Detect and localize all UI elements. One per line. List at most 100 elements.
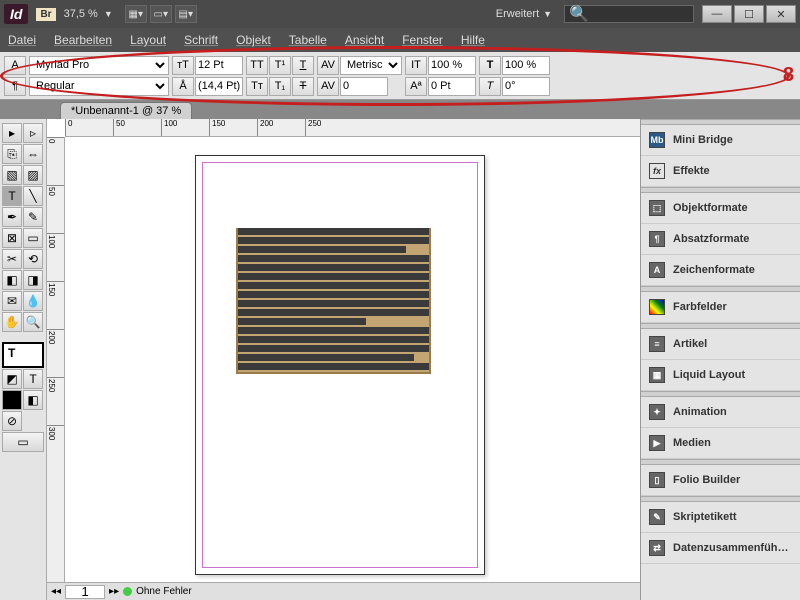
panel-datenzusammenfuehrung[interactable]: ⇄Datenzusammenfüh… (641, 533, 800, 564)
fill-stroke-swatch[interactable]: T (2, 342, 44, 368)
paragraph-styles-icon: ¶ (649, 231, 665, 247)
page-tool[interactable]: ⎘ (2, 144, 22, 164)
text-frame[interactable] (236, 228, 431, 374)
gradient-swatch-tool[interactable]: ◧ (2, 270, 22, 290)
font-size-input[interactable] (195, 56, 243, 75)
content-placer-tool[interactable]: ▨ (23, 165, 43, 185)
selection-tool[interactable]: ▸ (2, 123, 22, 143)
panel-liquid-layout[interactable]: ▦Liquid Layout (641, 360, 800, 391)
canvas-area: 0 50 100 150 200 250 0 50 100 150 200 25… (47, 119, 640, 600)
menu-schrift[interactable]: Schrift (184, 33, 218, 47)
hscale-icon: T (479, 56, 501, 75)
panel-dock: MbMini Bridge fxEffekte ⬚Objektformate ¶… (640, 119, 800, 600)
apply-color[interactable] (2, 390, 22, 410)
content-collector-tool[interactable]: ▧ (2, 165, 22, 185)
menu-tabelle[interactable]: Tabelle (289, 33, 327, 47)
page-prev-icon[interactable]: ◂◂ (51, 586, 61, 597)
zoom-tool[interactable]: 🔍 (23, 312, 43, 332)
hand-tool[interactable]: ✋ (2, 312, 22, 332)
search-input[interactable] (589, 8, 689, 20)
panel-animation[interactable]: ✦Animation (641, 397, 800, 428)
close-button[interactable]: ✕ (766, 5, 796, 23)
workspace-dropdown-icon[interactable]: ▼ (543, 9, 552, 19)
font-style-select[interactable]: Regular (29, 77, 169, 96)
line-tool[interactable]: ╲ (23, 186, 43, 206)
preflight-status-label[interactable]: Ohne Fehler (136, 586, 192, 597)
view-mode[interactable]: ▭ (2, 432, 44, 452)
panel-absatzformate[interactable]: ¶Absatzformate (641, 224, 800, 255)
skew-input[interactable] (502, 77, 550, 96)
screen-mode-icon[interactable]: ▭▾ (150, 5, 172, 23)
zoom-dropdown-icon[interactable]: ▼ (104, 9, 113, 19)
type-tool[interactable]: T (2, 186, 22, 206)
tracking-input[interactable] (340, 77, 388, 96)
formatting-affects-text[interactable]: T (23, 369, 43, 389)
menu-bearbeiten[interactable]: Bearbeiten (54, 33, 112, 47)
smallcaps-icon[interactable]: Tᴛ (246, 77, 268, 96)
direct-selection-tool[interactable]: ▹ (23, 123, 43, 143)
rectangle-frame-tool[interactable]: ⊠ (2, 228, 22, 248)
free-transform-tool[interactable]: ⟲ (23, 249, 43, 269)
bridge-badge[interactable]: Br (36, 8, 55, 21)
animation-icon: ✦ (649, 404, 665, 420)
toolbox: ▸▹ ⎘⇔ ▧▨ T╲ ✒✎ ⊠▭ ✂⟲ ◧◨ ✉💧 ✋🔍 T ◩T ◧ ⊘ ▭ (0, 119, 47, 600)
baseline-icon: Aª (405, 77, 427, 96)
vscale-input[interactable] (428, 56, 476, 75)
app-logo: Id (4, 4, 28, 24)
pencil-tool[interactable]: ✎ (23, 207, 43, 227)
font-family-select[interactable]: Myriad Pro (29, 56, 169, 75)
panel-farbfelder[interactable]: Farbfelder (641, 292, 800, 323)
menu-datei[interactable]: Datei (8, 33, 36, 47)
menu-objekt[interactable]: Objekt (236, 33, 271, 47)
hscale-input[interactable] (502, 56, 550, 75)
panel-artikel[interactable]: ≡Artikel (641, 329, 800, 360)
canvas[interactable] (65, 137, 640, 582)
view-options-icon[interactable]: ▦▾ (125, 5, 147, 23)
underline-icon[interactable]: T (292, 56, 314, 75)
baseline-input[interactable] (428, 77, 476, 96)
page-number-input[interactable] (65, 585, 105, 599)
zoom-level[interactable]: 37,5 % (64, 8, 98, 20)
gap-tool[interactable]: ⇔ (23, 144, 43, 164)
menu-layout[interactable]: Layout (130, 33, 166, 47)
panel-folio-builder[interactable]: ▯Folio Builder (641, 465, 800, 496)
kerning-select[interactable]: Metrisch (340, 56, 402, 75)
horizontal-ruler: 0 50 100 150 200 250 (65, 119, 640, 137)
page[interactable] (195, 155, 485, 575)
gradient-feather-tool[interactable]: ◨ (23, 270, 43, 290)
default-fill-stroke[interactable]: ◩ (2, 369, 22, 389)
panel-mini-bridge[interactable]: MbMini Bridge (641, 125, 800, 156)
superscript-icon[interactable]: T¹ (269, 56, 291, 75)
arrange-docs-icon[interactable]: ▤▾ (175, 5, 197, 23)
panel-objektformate[interactable]: ⬚Objektformate (641, 193, 800, 224)
maximize-button[interactable]: ☐ (734, 5, 764, 23)
font-size-icon: тT (172, 56, 194, 75)
apply-none[interactable]: ⊘ (2, 411, 22, 431)
character-formatting-icon[interactable]: A (4, 56, 26, 75)
paragraph-formatting-icon[interactable]: ¶ (4, 77, 26, 96)
panel-skriptetikett[interactable]: ✎Skriptetikett (641, 502, 800, 533)
strikethrough-icon[interactable]: T (292, 77, 314, 96)
subscript-icon[interactable]: T₁ (269, 77, 291, 96)
workspace-switcher[interactable]: Erweitert (496, 8, 539, 20)
pen-tool[interactable]: ✒ (2, 207, 22, 227)
panel-zeichenformate[interactable]: AZeichenformate (641, 255, 800, 286)
menu-fenster[interactable]: Fenster (402, 33, 443, 47)
menu-hilfe[interactable]: Hilfe (461, 33, 485, 47)
leading-input[interactable] (195, 77, 243, 96)
apply-gradient[interactable]: ◧ (23, 390, 43, 410)
eyedropper-tool[interactable]: 💧 (23, 291, 43, 311)
media-icon: ▶ (649, 435, 665, 451)
panel-medien[interactable]: ▶Medien (641, 428, 800, 459)
page-next-icon[interactable]: ▸▸ (109, 586, 119, 597)
annotation-number: 8 (783, 64, 794, 87)
minimize-button[interactable]: — (702, 5, 732, 23)
scissors-tool[interactable]: ✂ (2, 249, 22, 269)
allcaps-icon[interactable]: TT (246, 56, 268, 75)
note-tool[interactable]: ✉ (2, 291, 22, 311)
search-box[interactable]: 🔍 (564, 5, 694, 23)
document-tab[interactable]: *Unbenannt-1 @ 37 % (60, 102, 192, 119)
panel-effekte[interactable]: fxEffekte (641, 156, 800, 187)
rectangle-tool[interactable]: ▭ (23, 228, 43, 248)
menu-ansicht[interactable]: Ansicht (345, 33, 384, 47)
